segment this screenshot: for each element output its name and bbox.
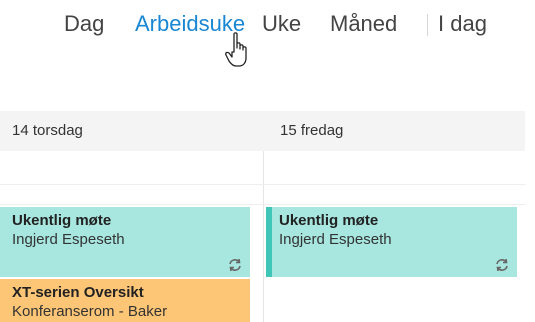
- today-button[interactable]: I dag: [438, 10, 487, 38]
- day-label-thursday[interactable]: 14 torsdag: [12, 122, 83, 139]
- event-location: Konferanserom - Baker: [12, 303, 168, 320]
- event-weekly-meeting-friday[interactable]: Ukentlig møte Ingjerd Espeseth: [266, 207, 517, 277]
- grid-line: [0, 204, 525, 205]
- event-organizer: Ingjerd Espeseth: [12, 231, 125, 248]
- recurring-icon: [229, 258, 241, 272]
- hand-pointer-icon: [225, 32, 247, 67]
- event-title: Ukentlig møte: [279, 212, 379, 229]
- event-title: Ukentlig møte: [12, 212, 112, 229]
- grid-line: [0, 184, 525, 185]
- event-xt-series-overview[interactable]: XT-serien Oversikt Konferanserom - Baker: [0, 279, 250, 322]
- event-title: XT-serien Oversikt: [12, 284, 144, 301]
- view-month-button[interactable]: Måned: [330, 10, 397, 38]
- view-week-button[interactable]: Uke: [262, 10, 301, 38]
- column-divider: [263, 151, 264, 322]
- event-weekly-meeting-thursday[interactable]: Ukentlig møte Ingjerd Espeseth: [0, 207, 250, 277]
- view-switcher: Dag Arbeidsuke Uke Måned I dag: [0, 0, 535, 48]
- event-organizer: Ingjerd Espeseth: [279, 231, 392, 248]
- recurring-icon: [496, 258, 508, 272]
- day-label-friday[interactable]: 15 fredag: [280, 122, 343, 139]
- view-day-button[interactable]: Dag: [64, 10, 104, 38]
- day-header: 14 torsdag 15 fredag: [0, 111, 525, 151]
- view-separator: [427, 14, 428, 36]
- event-selected-bar: [266, 207, 272, 277]
